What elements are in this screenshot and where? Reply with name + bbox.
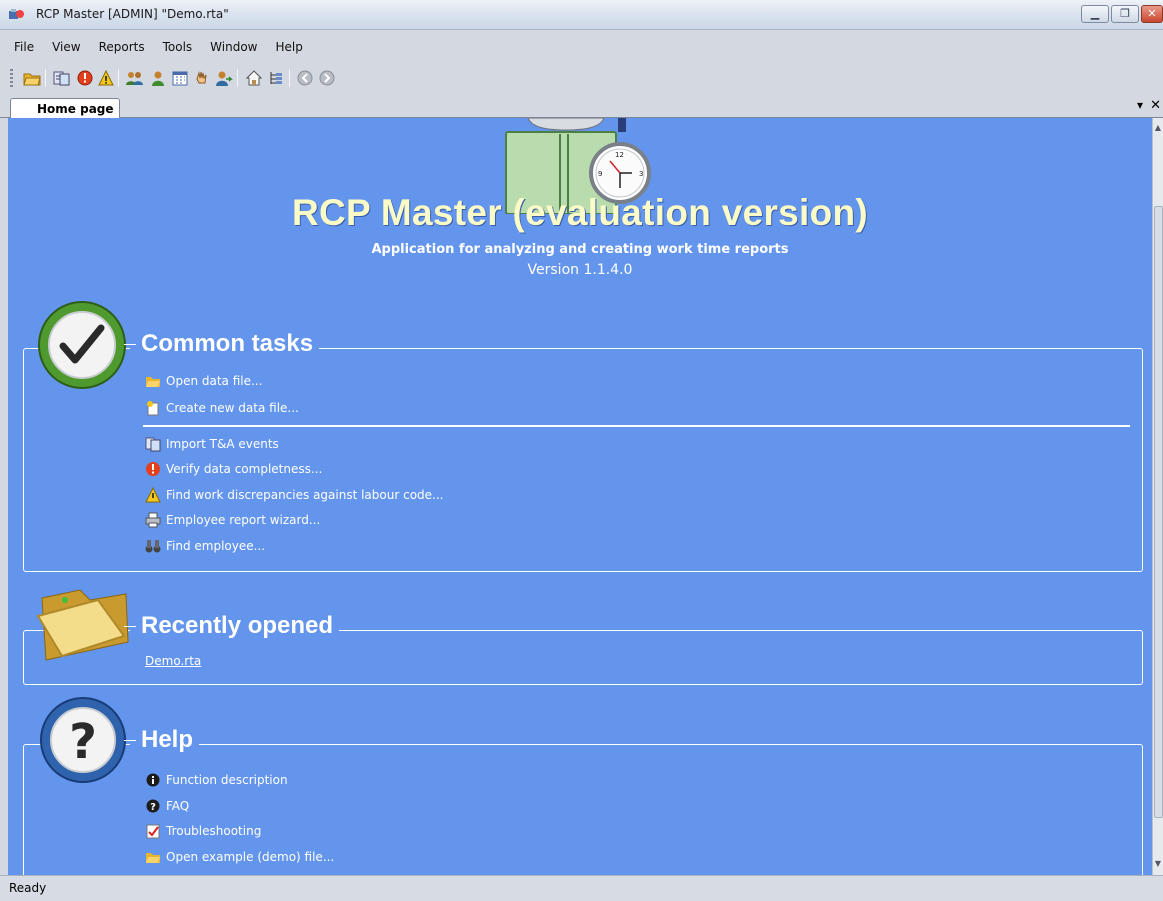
common-tasks-title: Common tasks xyxy=(130,330,320,358)
status-bar: Ready xyxy=(0,875,1163,901)
task-label: Verify data completness... xyxy=(166,462,323,476)
tree-icon[interactable] xyxy=(266,68,286,88)
svg-text:3: 3 xyxy=(639,170,643,178)
scroll-down-icon[interactable]: ▼ xyxy=(1153,856,1163,872)
status-text: Ready xyxy=(9,881,47,895)
question-icon: ? xyxy=(145,798,161,814)
task-find-employee[interactable]: Find employee... xyxy=(145,537,265,555)
troubleshooting-icon xyxy=(145,823,161,839)
help-label: Function description xyxy=(166,773,288,787)
toolbar-separator xyxy=(289,69,290,87)
tab-home-page[interactable]: Home page xyxy=(10,98,120,118)
task-label: Find work discrepancies against labour c… xyxy=(166,488,444,502)
menu-view[interactable]: View xyxy=(42,37,88,59)
task-import-events[interactable]: Import T&A events xyxy=(145,435,279,453)
hand-icon[interactable] xyxy=(192,68,212,88)
employee-icon[interactable] xyxy=(148,68,168,88)
task-label: Open data file... xyxy=(166,374,263,388)
window-controls: ▁ ❐ ✕ xyxy=(1079,5,1163,23)
close-icon: ✕ xyxy=(1147,7,1157,20)
toolbar-separator xyxy=(237,69,238,87)
document-tab-strip: Home page ▾ ✕ xyxy=(0,98,1163,118)
tab-list-icon[interactable]: ▾ xyxy=(1137,98,1143,112)
menu-help[interactable]: Help xyxy=(266,37,311,59)
help-icon: ? xyxy=(39,696,127,787)
help-troubleshooting[interactable]: Troubleshooting xyxy=(145,822,261,840)
forward-icon[interactable] xyxy=(317,68,337,88)
recent-file-link[interactable]: Demo.rta xyxy=(145,654,201,668)
app-title: RCP Master (evaluation version) xyxy=(291,192,869,233)
menu-window[interactable]: Window xyxy=(200,37,265,59)
menu-tools[interactable]: Tools xyxy=(153,37,201,59)
home-page-content: 12 9 3 RCP Master (evaluation version) A… xyxy=(8,118,1152,875)
info-icon xyxy=(145,772,161,788)
svg-text:?: ? xyxy=(69,714,97,770)
open-folder-icon[interactable] xyxy=(22,68,42,88)
new-file-icon xyxy=(145,400,161,416)
app-icon xyxy=(9,8,25,22)
employees-icon[interactable] xyxy=(125,68,145,88)
tab-close-icon[interactable]: ✕ xyxy=(1150,98,1161,113)
window-title: RCP Master [ADMIN] "Demo.rta" xyxy=(36,7,229,21)
help-title: Help xyxy=(130,726,200,754)
task-find-discrepancies[interactable]: Find work discrepancies against labour c… xyxy=(145,486,443,504)
task-open-data-file[interactable]: Open data file... xyxy=(145,372,262,390)
verify-icon[interactable] xyxy=(75,68,95,88)
toolbar-grip[interactable] xyxy=(10,69,13,87)
import-icon xyxy=(145,436,161,452)
task-report-wizard[interactable]: Employee report wizard... xyxy=(145,511,320,529)
menu-reports[interactable]: Reports xyxy=(89,37,153,59)
user-arrow-icon[interactable] xyxy=(214,68,234,88)
title-bar: RCP Master [ADMIN] "Demo.rta" ▁ ❐ ✕ xyxy=(0,0,1163,30)
close-button[interactable]: ✕ xyxy=(1141,5,1163,23)
help-open-example-file[interactable]: Open example (demo) file... xyxy=(145,848,334,866)
app-subtitle: Application for analyzing and creating w… xyxy=(371,242,789,257)
app-version: Version 1.1.4.0 xyxy=(527,262,633,278)
home-icon[interactable] xyxy=(244,68,264,88)
task-verify-data[interactable]: Verify data completness... xyxy=(145,460,322,478)
help-function-description[interactable]: Function description xyxy=(145,771,288,789)
task-label: Find employee... xyxy=(166,539,266,553)
import-icon[interactable] xyxy=(52,68,72,88)
calendar-icon[interactable] xyxy=(170,68,190,88)
minimize-icon: ▁ xyxy=(1090,7,1100,20)
open-folder-icon xyxy=(145,373,161,389)
svg-text:?: ? xyxy=(150,802,156,813)
folder-icon xyxy=(34,588,130,665)
back-icon[interactable] xyxy=(295,68,315,88)
verify-icon xyxy=(145,461,161,477)
svg-text:12: 12 xyxy=(615,151,624,159)
warning-icon[interactable] xyxy=(96,68,116,88)
binoculars-icon xyxy=(145,538,161,554)
menu-bar: File View Reports Tools Window Help xyxy=(0,37,311,59)
toolbar-separator xyxy=(45,69,46,87)
restore-icon: ❐ xyxy=(1120,7,1130,20)
task-label: Import T&A events xyxy=(166,437,279,451)
help-label: FAQ xyxy=(166,799,190,813)
minimize-button[interactable]: ▁ xyxy=(1081,5,1109,23)
checkmark-icon xyxy=(37,300,127,393)
warning-icon xyxy=(145,487,161,503)
task-separator xyxy=(143,425,1130,427)
vertical-scrollbar[interactable]: ▲ ▼ xyxy=(1152,118,1163,875)
toolbar-separator xyxy=(118,69,119,87)
printer-icon xyxy=(145,512,161,528)
open-folder-icon xyxy=(145,849,161,865)
maximize-button[interactable]: ❐ xyxy=(1111,5,1139,23)
task-label: Create new data file... xyxy=(166,401,299,415)
scroll-up-icon[interactable]: ▲ xyxy=(1153,120,1163,136)
recently-opened-title: Recently opened xyxy=(130,612,340,640)
toolbar xyxy=(0,63,1163,91)
help-label: Open example (demo) file... xyxy=(166,850,335,864)
menu-file[interactable]: File xyxy=(0,37,42,59)
help-label: Troubleshooting xyxy=(166,824,262,838)
help-faq[interactable]: ? FAQ xyxy=(145,797,189,815)
svg-text:9: 9 xyxy=(598,170,602,178)
scroll-thumb[interactable] xyxy=(1154,206,1163,818)
task-label: Employee report wizard... xyxy=(166,513,321,527)
task-create-data-file[interactable]: Create new data file... xyxy=(145,399,299,417)
